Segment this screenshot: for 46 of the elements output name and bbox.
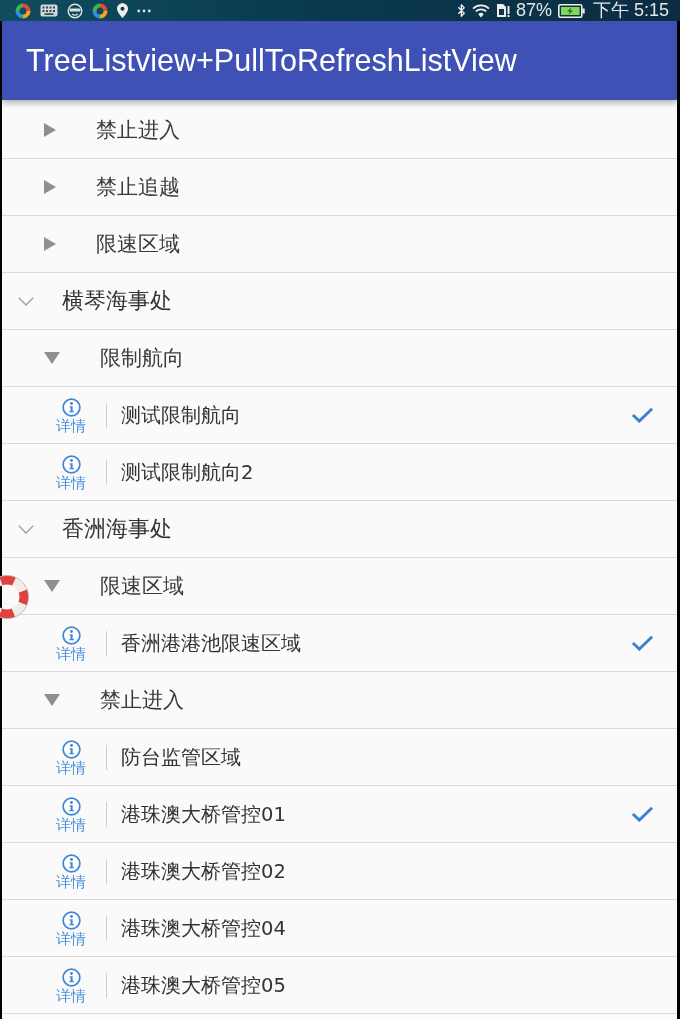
item-label[interactable]: 港珠澳大桥管控01 — [121, 800, 286, 828]
clock-time: 下午 5:15 — [592, 0, 669, 21]
item-label[interactable]: 港珠澳大桥管控04 — [121, 914, 286, 942]
sim-card-icon — [495, 3, 510, 18]
category-label[interactable]: 限速区域 — [96, 230, 180, 258]
item-label[interactable]: 测试限制航向2 — [121, 458, 254, 486]
app-title: TreeListview+PullToRefreshListView — [26, 43, 517, 78]
triangle-right-icon[interactable] — [44, 237, 56, 251]
dots-icon — [137, 8, 151, 13]
info-icon — [61, 454, 81, 474]
item-label[interactable]: 防台监管区域 — [121, 743, 241, 771]
chevron-down-icon[interactable] — [18, 296, 34, 306]
pinwheel-icon — [92, 2, 108, 19]
item-label[interactable]: 港珠澳大桥管控05 — [121, 971, 286, 999]
pinwheel-icon — [15, 2, 31, 19]
item-label[interactable]: 香洲港港池限速区域 — [121, 629, 301, 657]
battery-charging-icon — [557, 3, 585, 18]
wifi-icon — [471, 3, 490, 18]
category-label[interactable]: 禁止进入 — [100, 686, 184, 714]
info-icon — [61, 625, 81, 645]
lifebuoy-icon[interactable] — [0, 574, 30, 620]
info-icon — [61, 967, 81, 987]
chevron-down-icon[interactable] — [18, 524, 34, 534]
location-pin-icon — [117, 3, 128, 18]
smiley-icon — [67, 2, 83, 19]
triangle-down-icon[interactable] — [44, 694, 60, 706]
info-icon — [61, 397, 81, 417]
info-icon — [61, 796, 81, 816]
info-icon — [61, 739, 81, 759]
triangle-down-icon[interactable] — [44, 580, 60, 592]
info-icon — [61, 853, 81, 873]
triangle-down-icon[interactable] — [44, 352, 60, 364]
triangle-right-icon[interactable] — [44, 123, 56, 137]
category-label[interactable]: 限速区域 — [100, 572, 184, 600]
category-label[interactable]: 禁止追越 — [96, 173, 180, 201]
item-label[interactable]: 港珠澳大桥管控02 — [121, 857, 286, 885]
triangle-right-icon[interactable] — [44, 180, 56, 194]
office-label[interactable]: 香洲海事处 — [62, 514, 172, 544]
office-label[interactable]: 横琴海事处 — [62, 286, 172, 316]
keyboard-icon — [40, 4, 58, 17]
info-icon — [61, 910, 81, 930]
item-label[interactable]: 测试限制航向 — [121, 401, 241, 429]
bluetooth-icon — [456, 3, 466, 18]
battery-percent: 87% — [515, 0, 552, 21]
category-label[interactable]: 限制航向 — [100, 344, 184, 372]
category-label[interactable]: 禁止进入 — [96, 116, 180, 144]
